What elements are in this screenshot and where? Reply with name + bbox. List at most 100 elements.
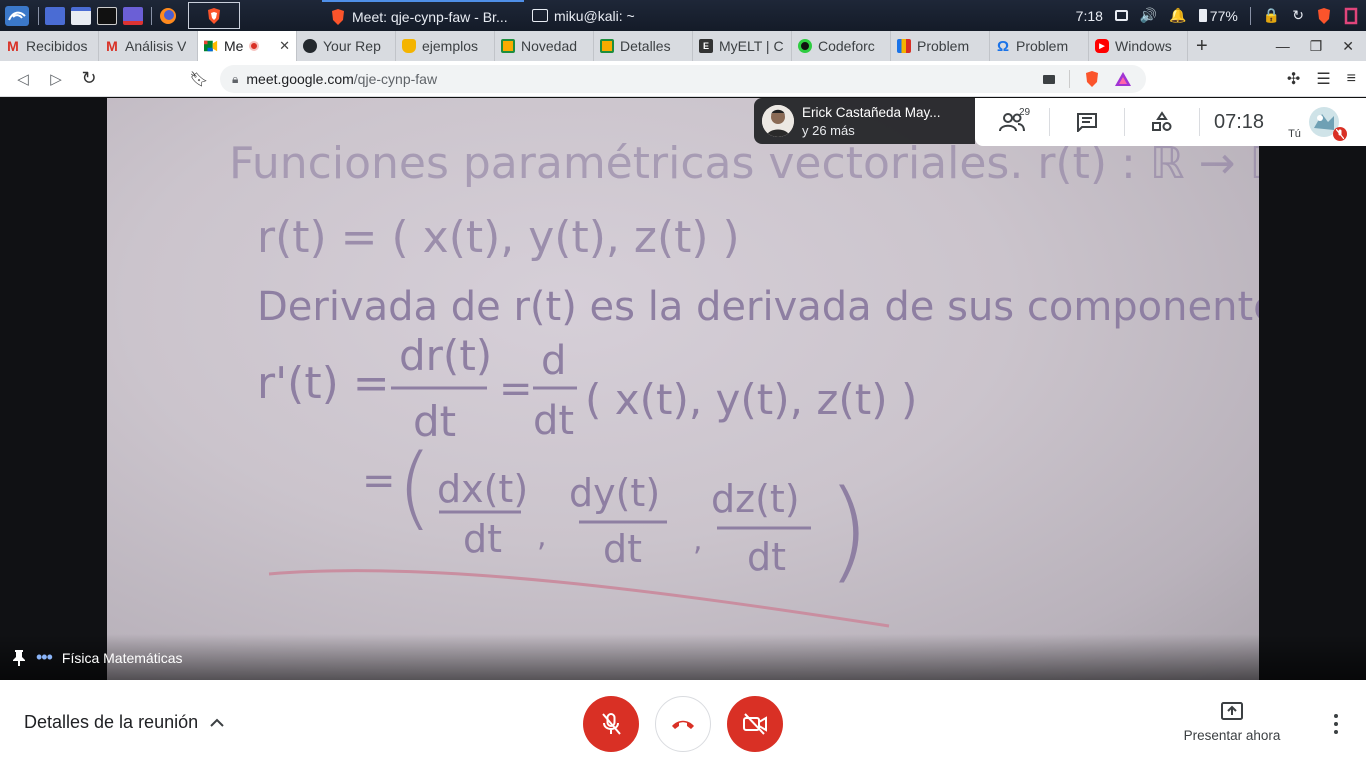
hang-up-icon — [672, 720, 694, 729]
lock-icon[interactable]: 🔒 — [1263, 7, 1280, 24]
notification-bell-icon[interactable]: 🔔 — [1169, 7, 1186, 24]
bookmark-icon[interactable]: 🔖︎ — [184, 64, 214, 94]
taskbar-separator — [1249, 6, 1251, 25]
tab-ejemplos[interactable]: ejemplos — [396, 31, 495, 61]
shapes-icon — [1152, 111, 1172, 131]
leave-call-button[interactable] — [655, 696, 711, 752]
camera-in-use-icon[interactable] — [1043, 74, 1055, 84]
tab-problem-2[interactable]: Ω Problem — [990, 31, 1089, 61]
app-tray-icon[interactable] — [1344, 7, 1358, 25]
chart-icon — [897, 39, 911, 53]
video-bottom-shade — [0, 634, 1366, 680]
address-bar[interactable]: 🔒︎ meet.google.com/qje-cynp-faw — [220, 65, 1146, 93]
chat-button[interactable] — [1050, 98, 1124, 146]
active-participant-chip[interactable]: Erick Castañeda May... y 26 más — [754, 98, 975, 144]
whiteboard-dy-num: dy(t) — [569, 471, 660, 515]
gmail-icon: M — [106, 38, 118, 54]
mic-off-icon — [602, 713, 621, 735]
file-manager-icon[interactable] — [71, 5, 91, 27]
terminal-icon[interactable] — [97, 5, 117, 27]
refresh-icon[interactable]: ↻ — [1292, 7, 1304, 24]
tab-youtube[interactable]: ▶ Windows — [1089, 31, 1188, 61]
whiteboard-d-num: d — [541, 338, 566, 384]
tab-meet[interactable]: Me ✕ — [198, 31, 297, 61]
media-controls-icon[interactable]: ☰ — [1316, 69, 1330, 89]
tab-gmail-recibidos[interactable]: M Recibidos — [0, 31, 99, 61]
brave-launcher-icon[interactable] — [188, 2, 240, 29]
tab-label: Novedad — [521, 38, 578, 54]
meet-icon — [204, 40, 218, 52]
brave-tray-icon[interactable] — [1316, 7, 1332, 25]
tab-label: Your Rep — [323, 38, 381, 54]
presenter-name: Física Matemáticas — [61, 649, 183, 666]
minimize-icon[interactable]: — — [1276, 38, 1290, 54]
extensions-icon[interactable]: ✣ — [1287, 69, 1300, 89]
tab-label: ejemplos — [422, 38, 479, 54]
activities-button[interactable] — [1125, 98, 1199, 146]
taskbar-window-meet[interactable]: Meet: qje-cynp-faw - Br... — [322, 0, 524, 31]
taskbar-separator — [38, 6, 39, 25]
pin-icon[interactable] — [12, 649, 26, 667]
close-window-icon[interactable]: ✕ — [1342, 38, 1354, 55]
tab-codeforces[interactable]: Codeforc — [792, 31, 891, 61]
present-screen-icon — [1221, 702, 1243, 720]
tab-label: Problem — [917, 38, 970, 54]
omnibox-separator — [1069, 70, 1070, 88]
screen-recorder-icon[interactable] — [123, 5, 143, 27]
whiteboard-underline — [268, 569, 890, 628]
whiteboard-comma: , — [537, 519, 547, 554]
new-tab-icon[interactable]: + — [1196, 35, 1208, 58]
brave-rewards-icon[interactable] — [1114, 71, 1132, 87]
browser-toolbar: ◁ ▷ ↻ 🔖︎ 🔒︎ meet.google.com/qje-cynp-faw… — [0, 61, 1366, 97]
camera-off-icon — [743, 713, 767, 735]
battery-percent: 77% — [1209, 7, 1238, 24]
microphone-toggle-button[interactable] — [583, 696, 639, 752]
volume-icon[interactable]: 🔊 — [1140, 7, 1157, 24]
dot — [1334, 714, 1338, 718]
participant-name: Erick Castañeda May... — [802, 104, 941, 120]
battery-icon — [1198, 9, 1207, 22]
menu-icon[interactable]: ≡ — [1347, 70, 1356, 88]
participant-count: 29 — [1019, 107, 1031, 118]
tab-label: Análisis V — [125, 38, 187, 54]
clock[interactable]: 7:18 — [1076, 8, 1103, 24]
hand-icon — [402, 39, 416, 53]
chat-icon — [1077, 113, 1097, 132]
whiteboard-paren-open: ( — [397, 435, 432, 540]
self-view-thumbnail[interactable]: Tú — [1278, 98, 1348, 146]
tab-problem-1[interactable]: Problem — [891, 31, 990, 61]
close-tab-icon[interactable]: ✕ — [279, 38, 290, 54]
tab-github[interactable]: Your Rep — [297, 31, 396, 61]
tab-myelt[interactable]: E MyELT | C — [693, 31, 792, 61]
reload-icon[interactable]: ↻ — [74, 64, 104, 94]
more-options-icon[interactable] — [1326, 710, 1346, 738]
omnibox-actions — [1043, 70, 1132, 88]
tab-classroom-detalles[interactable]: Detalles — [594, 31, 693, 61]
tab-gmail-analisis[interactable]: M Análisis V — [99, 31, 198, 61]
whiteboard-line-4-rhs: ( x(t), y(t), z(t) ) — [585, 375, 917, 424]
os-taskbar: Meet: qje-cynp-faw - Br... miku@kali: ~ … — [0, 0, 1366, 31]
whiteboard-dy-den: dt — [603, 527, 642, 571]
lock-icon: 🔒︎ — [232, 71, 239, 86]
kali-menu-icon[interactable] — [4, 5, 30, 27]
omega-icon: Ω — [996, 37, 1010, 55]
meeting-details-button[interactable]: Detalles de la reunión — [24, 712, 224, 733]
whiteboard-d-den: dt — [533, 398, 574, 444]
show-desktop-icon[interactable] — [45, 5, 65, 27]
tab-classroom-novedad[interactable]: Novedad — [495, 31, 594, 61]
back-icon[interactable]: ◁ — [8, 64, 38, 94]
taskbar-window-terminal[interactable]: miku@kali: ~ — [524, 0, 674, 31]
present-now-label: Presentar ahora — [1183, 728, 1281, 743]
forward-icon[interactable]: ▷ — [41, 64, 71, 94]
window-icon[interactable] — [1114, 10, 1128, 21]
toolbar-right: ✣ ☰ ≡ — [1287, 69, 1356, 89]
brave-shields-icon[interactable] — [1084, 70, 1100, 88]
whiteboard-paren-close: ) — [827, 466, 870, 594]
maximize-icon[interactable]: ❐ — [1310, 38, 1323, 55]
firefox-icon[interactable] — [158, 5, 178, 27]
battery-indicator[interactable]: 77% — [1198, 7, 1238, 24]
camera-toggle-button[interactable] — [727, 696, 783, 752]
present-now-button[interactable]: Presentar ahora — [1176, 702, 1288, 743]
whiteboard-dx-num: dx(t) — [437, 467, 528, 511]
participants-button[interactable]: 29 — [975, 98, 1049, 146]
